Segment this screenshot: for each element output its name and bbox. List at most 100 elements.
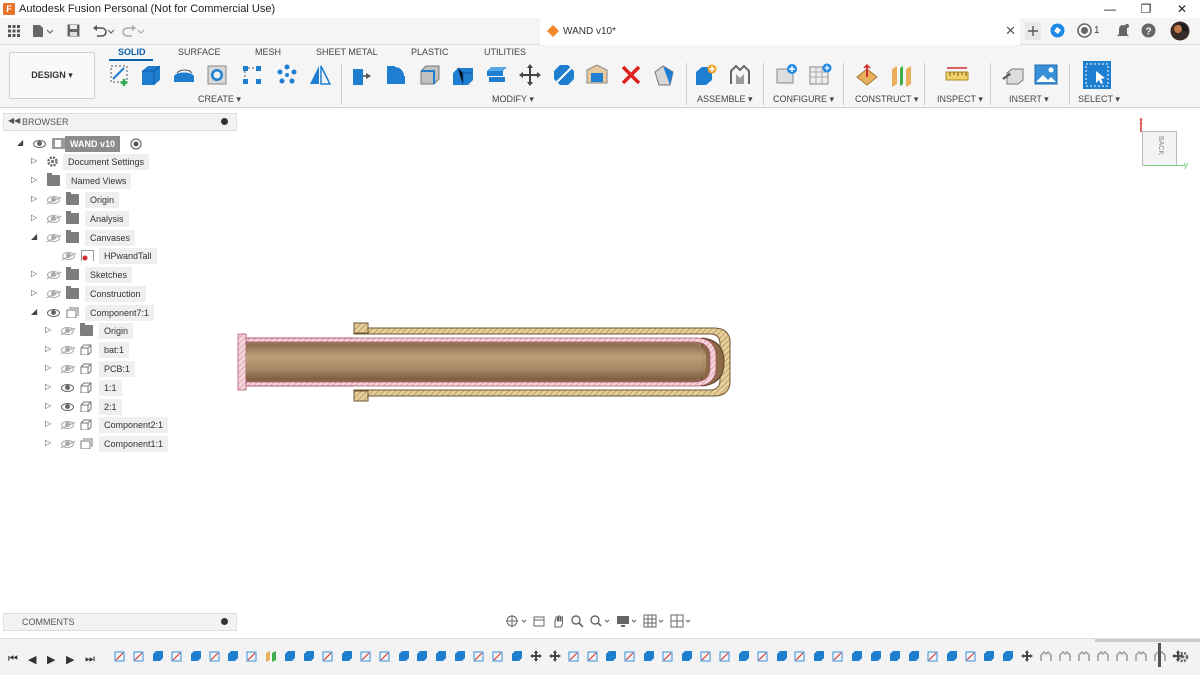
timeline-feature-icon[interactable] [209, 650, 221, 662]
expanded-arrow-icon[interactable]: ◢ [31, 232, 37, 241]
tree-row-component7[interactable]: ◢ Component7:1 [29, 305, 189, 321]
configuration-table-icon[interactable] [808, 63, 832, 87]
view-cube-face-label[interactable]: BACK [1157, 136, 1164, 155]
tree-label-body-2[interactable]: 2:1 [99, 399, 122, 415]
timeline-feature-icon[interactable] [1040, 650, 1052, 662]
split-face-icon[interactable] [552, 63, 576, 87]
tree-row-origin[interactable]: ▷ Origin [29, 192, 189, 208]
tree-row-construction[interactable]: ▷ Construction [29, 286, 189, 302]
tree-label-analysis[interactable]: Analysis [85, 211, 129, 227]
tree-label-construction[interactable]: Construction [85, 286, 146, 302]
tree-label-pcb[interactable]: PCB:1 [99, 361, 136, 377]
expanded-arrow-icon[interactable]: ◢ [31, 307, 37, 316]
create-group-label[interactable]: CREATE ▾ [198, 94, 241, 105]
timeline-scrollbar[interactable] [1095, 639, 1200, 642]
save-icon[interactable] [67, 24, 80, 37]
visibility-eye-off-icon[interactable] [47, 215, 60, 223]
tree-row-named-views[interactable]: ▷ Named Views [29, 173, 189, 189]
view-cube[interactable]: BACK [1142, 131, 1177, 166]
tree-row-component1[interactable]: ▷ Component1:1 [43, 436, 193, 452]
construct-group-label[interactable]: CONSTRUCT ▾ [855, 94, 918, 105]
collapsed-arrow-icon[interactable]: ▷ [45, 401, 51, 410]
tree-label-root[interactable]: WAND v10 [65, 136, 121, 152]
tree-label-bat[interactable]: bat:1 [99, 342, 130, 358]
browser-pin-icon[interactable] [221, 118, 228, 125]
inspect-group-label[interactable]: INSPECT ▾ [937, 94, 983, 105]
tree-label-component2[interactable]: Component2:1 [99, 417, 169, 433]
step-back-icon[interactable]: ◀ [28, 653, 36, 666]
comments-pin-icon[interactable] [221, 618, 228, 625]
timeline-feature-icon[interactable] [435, 650, 447, 662]
timeline-feature-icon[interactable] [190, 650, 202, 662]
offset-plane-icon[interactable] [855, 63, 879, 87]
timeline-feature-icon[interactable] [719, 650, 731, 662]
collapsed-arrow-icon[interactable]: ▷ [31, 213, 37, 222]
collapsed-arrow-icon[interactable]: ▷ [31, 175, 37, 184]
visibility-eye-off-icon[interactable] [61, 365, 74, 373]
collapsed-arrow-icon[interactable]: ▷ [45, 419, 51, 428]
insert-derive-icon[interactable] [1001, 63, 1025, 87]
timeline-feature-icon[interactable] [1097, 650, 1109, 662]
timeline-feature-icon[interactable] [908, 650, 920, 662]
timeline-feature-icon[interactable] [379, 650, 391, 662]
physical-material-icon[interactable] [585, 63, 609, 87]
new-component-icon[interactable] [694, 63, 718, 87]
timeline-feature-icon[interactable] [152, 650, 164, 662]
visibility-eye-off-icon[interactable] [61, 440, 74, 448]
circular-pattern-icon[interactable] [275, 63, 299, 87]
tab-utilities[interactable]: UTILITIES [484, 47, 526, 57]
notifications-bell-icon[interactable] [1116, 23, 1130, 38]
tree-row-analysis[interactable]: ▷ Analysis [29, 211, 189, 227]
tab-mesh[interactable]: MESH [255, 47, 281, 57]
timeline-feature-icon[interactable] [398, 650, 410, 662]
timeline-feature-icon[interactable] [416, 650, 428, 662]
file-menu-icon[interactable] [32, 24, 54, 38]
extensions-icon[interactable] [1050, 23, 1065, 38]
timeline-feature-icon[interactable] [133, 650, 145, 662]
expanded-arrow-icon[interactable]: ◢ [17, 138, 23, 147]
collapsed-arrow-icon[interactable]: ▷ [45, 325, 51, 334]
undo-icon[interactable] [92, 24, 116, 38]
modify-group-label[interactable]: MODIFY ▾ [492, 94, 534, 105]
visibility-eye-icon[interactable] [61, 403, 74, 411]
press-pull-icon[interactable] [350, 63, 374, 87]
grid-snaps-icon[interactable] [643, 614, 665, 628]
timeline-feature-icon[interactable] [1134, 650, 1147, 662]
hole-icon[interactable] [205, 63, 229, 87]
tree-label-canvases[interactable]: Canvases [85, 230, 136, 246]
document-tab[interactable]: WAND v10* ✕ [540, 18, 1020, 45]
visibility-eye-off-icon[interactable] [61, 421, 74, 429]
go-to-end-icon[interactable]: ⏭ [85, 653, 95, 666]
visibility-eye-off-icon[interactable] [47, 290, 60, 298]
timeline-feature-icon[interactable] [927, 650, 939, 662]
display-settings-icon[interactable] [616, 614, 638, 628]
timeline-feature-icon[interactable] [1059, 650, 1071, 662]
collapsed-arrow-icon[interactable]: ▷ [45, 438, 51, 447]
tab-surface[interactable]: SURFACE [178, 47, 221, 57]
shell-icon[interactable] [451, 63, 475, 87]
job-status-icon[interactable] [1077, 23, 1092, 38]
select-group-label[interactable]: SELECT ▾ [1078, 94, 1120, 105]
timeline-marker[interactable] [1158, 643, 1161, 667]
zoom-icon[interactable] [570, 614, 584, 628]
timeline-feature-icon[interactable] [341, 650, 353, 662]
orbit-icon[interactable] [505, 614, 527, 628]
timeline-feature-icon[interactable] [1115, 650, 1128, 662]
timeline-feature-icon[interactable] [114, 650, 126, 662]
visibility-eye-off-icon[interactable] [47, 271, 60, 279]
pan-hand-icon[interactable] [551, 614, 565, 628]
timeline-feature-icon[interactable] [870, 650, 882, 662]
timeline-feature-icon[interactable] [227, 650, 239, 662]
tree-label-sketches[interactable]: Sketches [85, 267, 133, 283]
visibility-eye-icon[interactable] [33, 140, 46, 148]
tree-row-canvases[interactable]: ◢ Canvases [29, 230, 189, 246]
tree-label-document-settings[interactable]: Document Settings [63, 154, 150, 170]
timeline-feature-icon[interactable] [568, 650, 580, 662]
tree-row-sketches[interactable]: ▷ Sketches [29, 267, 189, 283]
play-icon[interactable]: ▶ [47, 653, 55, 666]
step-forward-icon[interactable]: ▶ [66, 653, 74, 666]
collapsed-arrow-icon[interactable]: ▷ [31, 288, 37, 297]
insert-group-label[interactable]: INSERT ▾ [1009, 94, 1049, 105]
move-copy-icon[interactable] [518, 63, 542, 87]
user-avatar[interactable] [1170, 21, 1190, 41]
